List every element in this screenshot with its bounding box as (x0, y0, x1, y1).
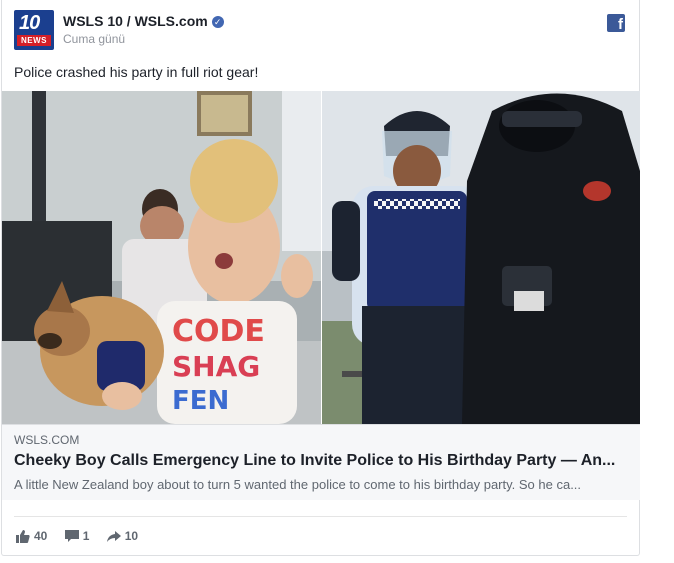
likes-count: 40 (34, 528, 48, 543)
post-header: 10 NEWS WSLS 10 / WSLS.com ✓ Cuma günü f (14, 10, 627, 54)
post-timestamp[interactable]: Cuma günü (63, 32, 125, 46)
photo-boy: CODE SHAG FEN (2, 91, 321, 424)
link-source: WSLS.COM (14, 433, 80, 447)
link-preview[interactable]: WSLS.COM Cheeky Boy Calls Emergency Line… (2, 424, 640, 500)
page-name-wrap: WSLS 10 / WSLS.com ✓ (63, 13, 224, 29)
thumbs-up-icon (16, 529, 30, 543)
link-description: A little New Zealand boy about to turn 5… (14, 477, 582, 492)
photo-boy-illustration: CODE SHAG FEN (2, 91, 321, 424)
avatar-label: NEWS (17, 35, 51, 46)
verified-check-icon: ✓ (211, 16, 224, 28)
facebook-icon[interactable]: f (607, 14, 625, 32)
link-title[interactable]: Cheeky Boy Calls Emergency Line to Invit… (14, 452, 624, 470)
comments-count: 1 (82, 528, 90, 543)
svg-text:SHAG: SHAG (172, 350, 260, 383)
svg-text:CODE: CODE (172, 314, 265, 349)
comment-icon (64, 529, 79, 542)
photo-police-illustration (322, 91, 640, 424)
likes-stat[interactable]: 40 (16, 529, 47, 543)
page-name-link[interactable]: WSLS 10 / WSLS.com (63, 13, 208, 29)
engagement-stats: 40 1 10 (16, 528, 152, 548)
share-arrow-icon (106, 530, 121, 542)
shares-count: 10 (124, 528, 139, 543)
post-message: Police crashed his party in full riot ge… (14, 64, 259, 80)
page-avatar[interactable]: 10 NEWS (14, 10, 54, 50)
photo-police (322, 91, 640, 424)
link-image[interactable]: CODE SHAG FEN (2, 91, 640, 424)
shares-stat[interactable]: 10 (106, 528, 139, 543)
avatar-number: 10 (19, 12, 40, 34)
comments-stat[interactable]: 1 (64, 528, 90, 543)
svg-text:FEN: FEN (172, 386, 229, 416)
footer-divider (14, 516, 627, 517)
post-card: 10 NEWS WSLS 10 / WSLS.com ✓ Cuma günü f … (1, 0, 640, 556)
